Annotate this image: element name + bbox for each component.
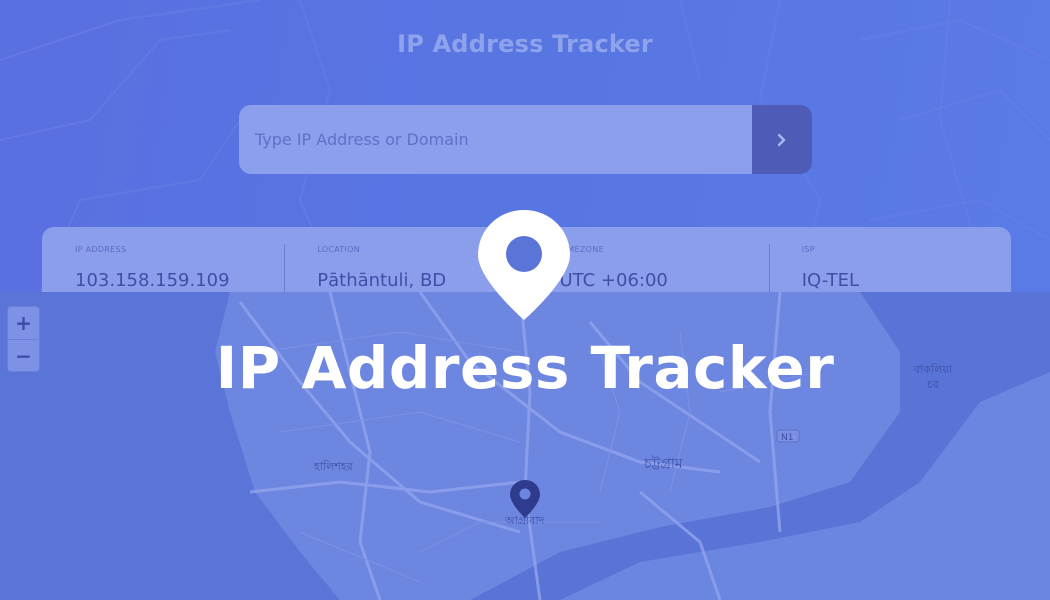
location-marker-icon[interactable] [508,478,542,520]
map-label-chattogram: চট্টগ্রাম [644,456,683,472]
large-location-pin-icon [478,210,570,320]
page-title: IP Address Tracker [397,30,653,58]
map-label-halishahar: হালিশহর [314,460,353,473]
search-bar [239,105,812,174]
info-value: 103.158.159.109 [75,270,230,291]
overlay-title: IP Address Tracker [215,334,835,402]
info-label: TIMEZONE [559,245,604,254]
info-value: UTC +06:00 [559,270,668,291]
info-label: ISP [801,245,815,254]
info-value: IQ-TEL [801,270,859,291]
road-shield-label: N1 [781,433,793,443]
app-screen: IP Address Tracker IP ADDRESS 103.158.15… [0,0,1050,600]
chevron-right-icon [777,133,786,146]
search-submit-button[interactable] [752,105,812,174]
ip-search-input[interactable] [239,105,752,174]
info-label: IP ADDRESS [75,245,127,254]
